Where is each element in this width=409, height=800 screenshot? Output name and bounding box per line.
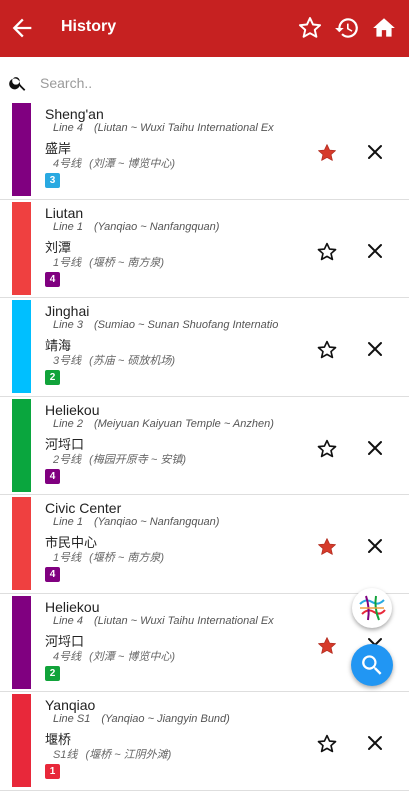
route-label-zh: (苏庙 ~ 硕放机场) — [89, 355, 175, 367]
star-outline-icon[interactable] — [316, 339, 338, 361]
route-label-en: (Liutan ~ Wuxi Taihu International Ex — [93, 614, 274, 627]
station-name-en: Heliekou — [45, 401, 100, 418]
history-item[interactable]: Jinghai Line 3 (Sumiao ~ Sunan Shuofang In… — [0, 298, 409, 397]
line-color-bar — [12, 300, 31, 393]
transfer-badge: 1 — [45, 764, 60, 779]
line-label-en: Line 3 — [53, 319, 83, 331]
station-name-en: Sheng'an — [45, 106, 104, 122]
route-zh: 1号线 (堰桥 ~ 南方泉) — [53, 549, 164, 565]
line-color-bar — [12, 497, 31, 590]
route-zh: S1线 (堰桥 ~ 江阴外滩) — [53, 746, 171, 762]
route-en: Line 2 (Meiyuan Kaiyuan Temple ~ Anzhen) — [53, 418, 274, 430]
route-zh: 4号线 (刘潭 ~ 博览中心) — [53, 648, 175, 664]
history-list: Sheng'an Line 4 (Liutan ~ Wuxi Taihu Inter… — [0, 101, 409, 791]
star-filled-icon[interactable] — [316, 142, 338, 164]
line-label-en: Line 4 — [53, 614, 83, 627]
route-label-en: (Meiyuan Kaiyuan Temple ~ Anzhen) — [93, 417, 274, 430]
transfer-badge: 4 — [45, 468, 60, 484]
transfer-badge: 4 — [45, 567, 60, 582]
search-input[interactable]: Search.. — [40, 75, 92, 91]
route-label-zh: (梅园开原寺 ~ 安镇) — [89, 453, 186, 466]
route-zh: 2号线 (梅园开原寺 ~ 安镇) — [53, 451, 186, 467]
history-icon[interactable] — [334, 15, 360, 41]
line-label-zh: 1号线 — [53, 256, 82, 269]
line-label-zh: 4号线 — [53, 650, 82, 663]
line-label-zh: 2号线 — [53, 453, 82, 466]
back-arrow-icon[interactable] — [8, 14, 36, 42]
remove-x-icon[interactable] — [366, 439, 384, 457]
route-label-zh: (堰桥 ~ 南方泉) — [89, 552, 164, 564]
transfer-badge: 4 — [45, 271, 60, 287]
search-icon — [362, 655, 382, 675]
line-label-en: Line 1 — [53, 220, 83, 233]
star-filled-icon[interactable] — [316, 635, 338, 657]
remove-x-icon[interactable] — [366, 143, 384, 161]
line-label-zh: 1号线 — [53, 552, 82, 564]
line-color-bar — [12, 103, 31, 196]
route-en: Line 1 (Yanqiao ~ Nanfangquan) — [53, 221, 219, 233]
star-outline-icon[interactable] — [316, 241, 338, 263]
history-item[interactable]: Sheng'an Line 4 (Liutan ~ Wuxi Taihu Inter… — [0, 101, 409, 200]
station-name-en: Civic Center — [45, 500, 122, 516]
line-label-zh: 4号线 — [53, 158, 82, 170]
route-zh: 1号线 (堰桥 ~ 南方泉) — [53, 254, 164, 270]
route-label-en: (Liutan ~ Wuxi Taihu International Ex — [93, 122, 274, 134]
star-filled-icon[interactable] — [316, 536, 338, 558]
favorites-star-icon[interactable] — [297, 15, 323, 41]
metro-map-button[interactable] — [352, 588, 392, 628]
remove-x-icon[interactable] — [366, 242, 384, 260]
station-name-en: Jinghai — [45, 303, 90, 319]
remove-x-icon[interactable] — [366, 537, 384, 555]
search-icon — [9, 77, 26, 91]
history-item[interactable]: Heliekou Line 4 (Liutan ~ Wuxi Taihu Inter… — [0, 593, 409, 692]
app-bar: History — [0, 0, 409, 57]
transfer-badge: 2 — [45, 665, 60, 681]
line-color-bar — [12, 694, 31, 787]
line-color-bar — [12, 595, 31, 689]
line-label-zh: 3号线 — [53, 355, 82, 367]
route-en: Line 1 (Yanqiao ~ Nanfangquan) — [53, 516, 219, 528]
route-en: Line 4 (Liutan ~ Wuxi Taihu International… — [53, 615, 274, 627]
search-fab-button[interactable] — [351, 644, 393, 686]
history-item[interactable]: Heliekou Line 2 (Meiyuan Kaiyuan Temple ~ … — [0, 396, 409, 495]
route-en: Line 4 (Liutan ~ Wuxi Taihu International… — [53, 122, 274, 134]
history-item[interactable]: Civic Center Line 1 (Yanqiao ~ Nanfangquan… — [0, 495, 409, 594]
star-outline-icon[interactable] — [316, 733, 338, 755]
route-en: Line S1 (Yanqiao ~ Jiangyin Bund) — [53, 713, 230, 725]
route-label-en: (Yanqiao ~ Nanfangquan) — [93, 220, 220, 233]
line-color-bar — [12, 201, 31, 295]
route-label-en: (Yanqiao ~ Nanfangquan) — [93, 516, 220, 528]
history-item[interactable]: Liutan Line 1 (Yanqiao ~ Nanfangquan) 刘潭 1号线… — [0, 199, 409, 298]
remove-x-icon[interactable] — [366, 340, 384, 358]
station-name-en: Liutan — [45, 204, 84, 221]
transfer-badge: 2 — [45, 370, 60, 385]
route-label-zh: (刘潭 ~ 博览中心) — [89, 650, 175, 663]
route-zh: 4号线 (刘潭 ~ 博览中心) — [53, 155, 175, 171]
transfer-badge: 3 — [45, 173, 60, 188]
route-label-zh: (堰桥 ~ 南方泉) — [89, 256, 164, 269]
route-label-en: (Sumiao ~ Sunan Shuofang Internatio — [93, 319, 279, 331]
remove-x-icon[interactable] — [366, 734, 384, 752]
station-name-en: Heliekou — [45, 598, 100, 615]
search-bar[interactable]: Search.. — [0, 57, 409, 102]
route-label-zh: (堰桥 ~ 江阴外滩) — [85, 749, 172, 761]
line-label-en: Line 2 — [53, 417, 83, 430]
star-outline-icon[interactable] — [316, 438, 338, 460]
line-label-en: Line 1 — [53, 516, 83, 528]
route-zh: 3号线 (苏庙 ~ 硕放机场) — [53, 352, 175, 368]
station-name-en: Yanqiao — [45, 697, 96, 713]
history-item[interactable]: Yanqiao Line S1 (Yanqiao ~ Jiangyin Bund) 堰… — [0, 692, 409, 791]
route-en: Line 3 (Sumiao ~ Sunan Shuofang Internati… — [53, 319, 278, 331]
route-label-en: (Yanqiao ~ Jiangyin Bund) — [101, 713, 230, 725]
line-label-zh: S1线 — [53, 749, 78, 761]
line-color-bar — [12, 398, 31, 492]
line-label-en: Line 4 — [53, 122, 83, 134]
metro-map-icon — [359, 595, 386, 621]
line-label-en: Line S1 — [53, 713, 91, 725]
home-icon[interactable] — [371, 15, 397, 41]
page-title: History — [61, 18, 117, 35]
route-label-zh: (刘潭 ~ 博览中心) — [89, 158, 175, 170]
